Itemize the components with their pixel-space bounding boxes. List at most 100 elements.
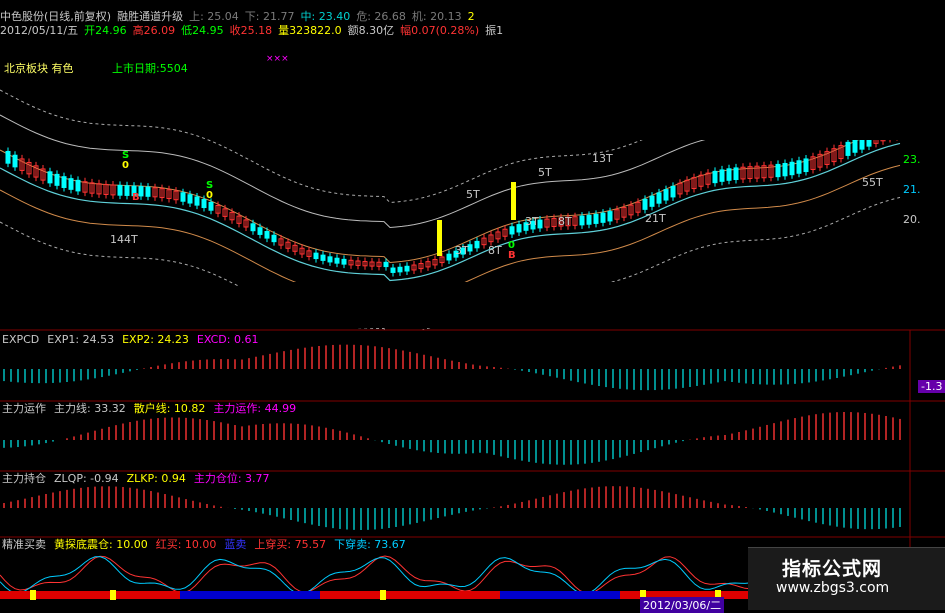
candle-body bbox=[593, 213, 599, 224]
signal-strip-segment bbox=[560, 591, 580, 599]
chart-label: 0 bbox=[206, 190, 213, 201]
signal-strip-marker bbox=[110, 590, 116, 600]
candle-body bbox=[607, 211, 613, 222]
signal-strip-segment bbox=[460, 591, 480, 599]
panel-title-item: 红买: 10.00 bbox=[155, 538, 217, 551]
panel-title-row: 主力运作 主力线: 33.32 散户线: 10.82 主力运作: 44.99 bbox=[2, 402, 304, 416]
header-2-item: 开24.96 bbox=[84, 24, 127, 37]
candle-body bbox=[145, 186, 151, 197]
candle-body bbox=[320, 254, 326, 261]
signal-strip-segment bbox=[60, 591, 80, 599]
candle-body bbox=[509, 226, 515, 235]
candle-body bbox=[516, 224, 522, 233]
candle-body bbox=[12, 154, 18, 168]
chart-label: B bbox=[132, 192, 140, 203]
signal-strip-segment bbox=[80, 591, 100, 599]
header-2-item: 额8.30亿 bbox=[347, 24, 395, 37]
chart-label: 8T bbox=[558, 215, 572, 228]
candle-body bbox=[313, 252, 319, 260]
candle-body bbox=[334, 257, 340, 264]
signal-strip-segment bbox=[160, 591, 180, 599]
candle-body bbox=[404, 265, 410, 272]
header-1-item: 下: 21.77 bbox=[244, 10, 295, 23]
candle-body bbox=[257, 227, 263, 235]
signal-strip-segment bbox=[440, 591, 460, 599]
signal-bar bbox=[511, 182, 516, 220]
chart-label: B bbox=[508, 250, 516, 261]
listing-date-label: 上市日期:5504 bbox=[112, 62, 188, 75]
signal-strip-segment bbox=[380, 591, 400, 599]
panel-title-item: 散户线: 10.82 bbox=[133, 402, 206, 415]
panel-title-row: EXPCD EXP1: 24.53 EXP2: 24.23 EXCD: 0.61 bbox=[2, 333, 266, 347]
signal-strip-segment bbox=[300, 591, 320, 599]
signal-strip-segment bbox=[520, 591, 540, 599]
signal-strip-segment bbox=[280, 591, 300, 599]
candle-body bbox=[775, 163, 781, 178]
xxx-marker: ××× bbox=[266, 54, 289, 64]
signal-strip-marker bbox=[380, 590, 386, 600]
panel-title-item: 下穿卖: 73.67 bbox=[334, 538, 406, 551]
candle-body bbox=[663, 189, 669, 201]
candle-body bbox=[250, 223, 256, 232]
chart-label: 144T bbox=[110, 233, 138, 246]
panel-title-item: 精准买卖 bbox=[2, 538, 46, 551]
candle-body bbox=[397, 266, 403, 273]
signal-strip-segment bbox=[580, 591, 600, 599]
candle-body bbox=[656, 192, 662, 204]
chart-label: 55T bbox=[862, 176, 883, 189]
candle-body bbox=[712, 170, 718, 184]
candle-body bbox=[586, 214, 592, 225]
header-1-item: 融胜通道升级 bbox=[117, 10, 184, 23]
panel-title-item: 主力持仓 bbox=[2, 472, 46, 485]
header-2-item: 2012/05/11/五 bbox=[0, 24, 79, 37]
header-2-item: 量323822.0 bbox=[278, 24, 342, 37]
candle-body bbox=[327, 256, 333, 263]
signal-bar bbox=[437, 220, 442, 256]
candle-body bbox=[208, 201, 214, 211]
candle-body bbox=[803, 158, 809, 173]
candle-body bbox=[5, 150, 11, 164]
candle-body bbox=[61, 176, 67, 188]
panel-title-item: 主力仓位: 3.77 bbox=[193, 472, 270, 485]
candle-body bbox=[670, 185, 676, 198]
signal-strip-segment bbox=[420, 591, 440, 599]
watermark-url: www.zbgs3.com bbox=[776, 580, 890, 596]
candle-body bbox=[789, 161, 795, 176]
signal-strip-marker bbox=[30, 590, 36, 600]
chart-label: 5T bbox=[538, 166, 552, 179]
header-1-item: 2 bbox=[467, 10, 475, 23]
candle-body bbox=[47, 171, 53, 184]
overlay-black-box-top bbox=[535, 0, 945, 140]
watermark-title: 指标公式网 bbox=[782, 558, 883, 580]
chart-label: 3T bbox=[455, 244, 469, 257]
header-2-item: 低24.95 bbox=[181, 24, 224, 37]
signal-strip-segment bbox=[120, 591, 140, 599]
axis-tick-label: 20. bbox=[903, 213, 921, 226]
price-chart[interactable] bbox=[0, 0, 945, 330]
panel-title-item: 黄探底震仓: 10.00 bbox=[54, 538, 148, 551]
candle-body bbox=[719, 169, 725, 182]
candle-body bbox=[75, 179, 81, 192]
header-1-item: 中: 23.40 bbox=[300, 10, 351, 23]
axis-tick-label: 21. bbox=[903, 183, 921, 196]
candle-body bbox=[54, 173, 60, 186]
panel-title-item: EXPCD bbox=[2, 333, 40, 346]
signal-strip-segment bbox=[360, 591, 380, 599]
signal-strip-segment bbox=[220, 591, 240, 599]
candle-body bbox=[446, 253, 452, 261]
signal-strip-segment bbox=[260, 591, 280, 599]
candle-body bbox=[180, 192, 186, 202]
panel-title-row: 主力持仓 ZLQP: -0.94 ZLKP: 0.94 主力仓位: 3.77 bbox=[2, 472, 278, 486]
signal-strip-segment bbox=[180, 591, 200, 599]
overlay-black-box-bottom bbox=[240, 282, 705, 328]
panel-title-item: 主力运作: 44.99 bbox=[213, 402, 297, 415]
header-1-item: 机: 20.13 bbox=[411, 10, 462, 23]
axis-tick-label: -1.3 bbox=[918, 380, 945, 393]
candle-body bbox=[579, 215, 585, 226]
panel-title-item: ZLKP: 0.94 bbox=[126, 472, 186, 485]
panel-title-item: EXP1: 24.53 bbox=[47, 333, 115, 346]
signal-strip-segment bbox=[240, 591, 260, 599]
panel-title-row: 精准买卖 黄探底震仓: 10.00 红买: 10.00 蓝卖 上穿买: 75.57 下穿卖… bbox=[2, 538, 414, 552]
header-line-1: 中色股份(日线,前复权) 融胜通道升级 上: 25.04 下: 21.77 中: 23.… bbox=[0, 10, 481, 24]
signal-strip-segment bbox=[20, 591, 40, 599]
